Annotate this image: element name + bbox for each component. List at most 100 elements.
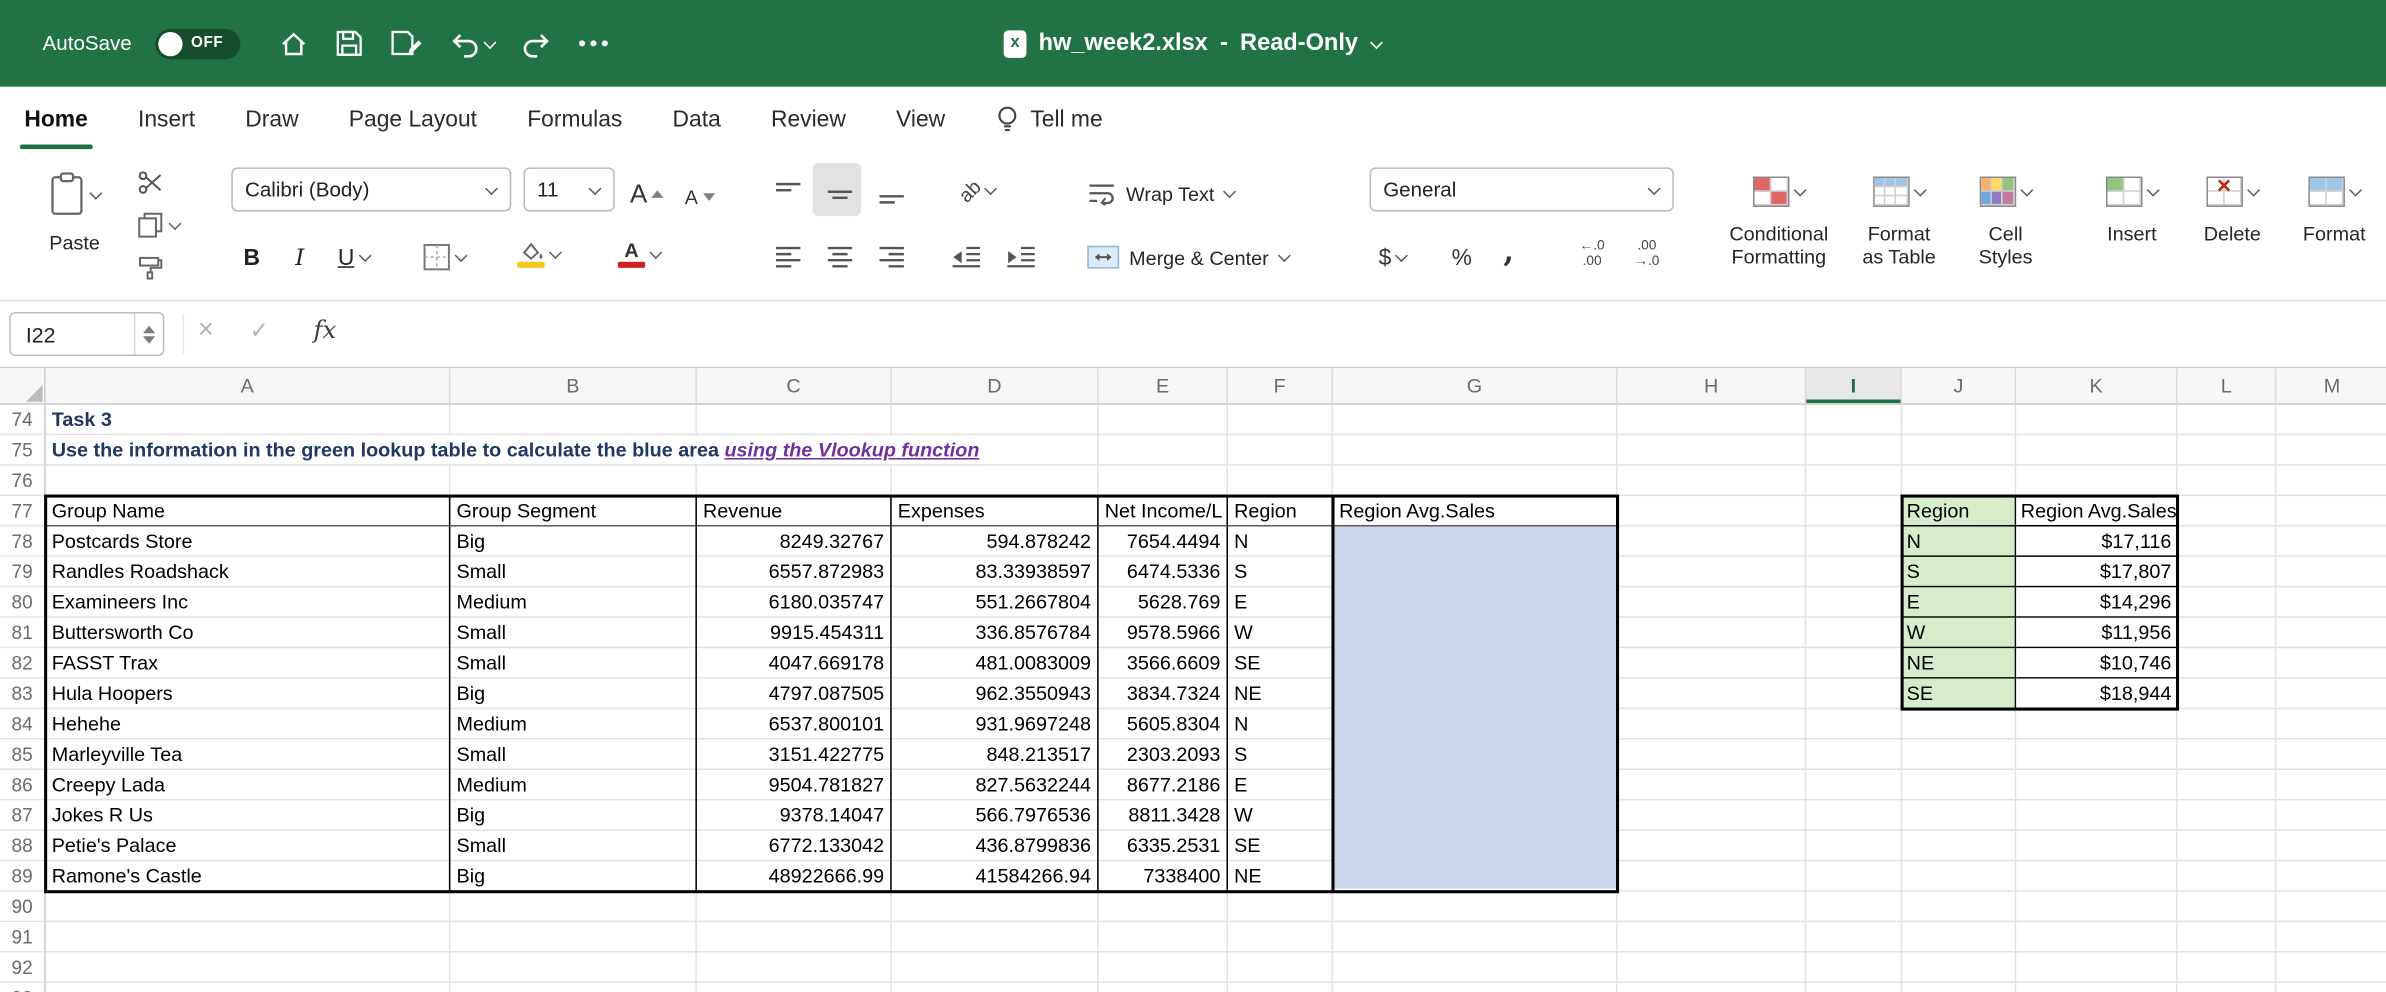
borders-button[interactable] xyxy=(423,234,467,280)
cell-A82[interactable]: FASST Trax xyxy=(46,648,451,678)
lookup-region-SE[interactable]: SE xyxy=(1902,679,2016,709)
cell-F79[interactable]: S xyxy=(1228,557,1333,587)
row-header-89[interactable]: 89 xyxy=(0,861,46,891)
lookup-value-N[interactable]: $17,116 xyxy=(2016,527,2177,557)
format-as-table-button[interactable]: Formatas Table xyxy=(1844,152,1954,300)
cell-D85[interactable]: 848.213517 xyxy=(892,740,1099,770)
cell-E83[interactable]: 3834.7324 xyxy=(1099,679,1228,709)
row-header-84[interactable]: 84 xyxy=(0,709,46,739)
lookup-region-NE[interactable]: NE xyxy=(1902,648,2016,678)
name-box[interactable]: I22 xyxy=(9,312,164,356)
font-name-select[interactable]: Calibri (Body) xyxy=(231,167,511,211)
lookup-header-region[interactable]: Region xyxy=(1902,496,2016,526)
chevron-down-icon[interactable] xyxy=(1396,251,1408,263)
row-header-86[interactable]: 86 xyxy=(0,770,46,800)
lookup-value-SE[interactable]: $18,944 xyxy=(2016,679,2177,709)
cell-F78[interactable]: N xyxy=(1228,527,1333,557)
align-left-button[interactable] xyxy=(773,234,803,280)
decrease-font-size-button[interactable]: A xyxy=(685,173,715,219)
lookup-region-N[interactable]: N xyxy=(1902,527,2016,557)
paste-chevron-icon[interactable] xyxy=(89,189,101,201)
lookup-region-E[interactable]: E xyxy=(1902,587,2016,617)
cell-E80[interactable]: 5628.769 xyxy=(1099,587,1228,617)
increase-font-size-button[interactable]: A xyxy=(630,170,664,216)
cell-A80[interactable]: Examineers Inc xyxy=(46,587,451,617)
cell-A88[interactable]: Petie's Palace xyxy=(46,831,451,861)
cell-A81[interactable]: Buttersworth Co xyxy=(46,618,451,648)
cell-B82[interactable]: Small xyxy=(450,648,697,678)
cell-B79[interactable]: Small xyxy=(450,557,697,587)
cell-E87[interactable]: 8811.3428 xyxy=(1099,800,1228,830)
decrease-indent-button[interactable] xyxy=(950,234,983,280)
row-header-93[interactable]: 93 xyxy=(0,983,46,992)
chevron-down-icon[interactable] xyxy=(1224,187,1236,199)
spreadsheet-grid[interactable]: ABCDEFGHIJKLM747576777879808182838485868… xyxy=(0,368,2386,992)
percent-format-button[interactable]: % xyxy=(1452,234,1472,280)
row-header-78[interactable]: 78 xyxy=(0,527,46,557)
cell-C87[interactable]: 9378.14047 xyxy=(697,800,892,830)
cell-F82[interactable]: SE xyxy=(1228,648,1333,678)
row-header-76[interactable]: 76 xyxy=(0,466,46,496)
font-color-button[interactable]: A xyxy=(618,231,662,277)
column-header-E[interactable]: E xyxy=(1099,368,1228,405)
enter-button[interactable]: ✓ xyxy=(250,317,269,344)
task-label[interactable]: Task 3 xyxy=(52,405,112,434)
insert-cells-button[interactable]: Insert xyxy=(2088,152,2176,300)
table-header-group-name[interactable]: Group Name xyxy=(46,496,451,526)
lookup-value-W[interactable]: $11,956 xyxy=(2016,618,2177,648)
cell-A86[interactable]: Creepy Lada xyxy=(46,770,451,800)
cell-B83[interactable]: Big xyxy=(450,679,697,709)
cell-D83[interactable]: 962.3550943 xyxy=(892,679,1099,709)
bold-button[interactable]: B xyxy=(243,234,260,280)
column-header-F[interactable]: F xyxy=(1228,368,1333,405)
row-header-87[interactable]: 87 xyxy=(0,800,46,830)
tab-home[interactable]: Home xyxy=(24,87,87,152)
row-header-74[interactable]: 74 xyxy=(0,405,46,435)
cell-C88[interactable]: 6772.133042 xyxy=(697,831,892,861)
cell-B89[interactable]: Big xyxy=(450,861,697,891)
lookup-value-E[interactable]: $14,296 xyxy=(2016,587,2177,617)
more-commands-button[interactable] xyxy=(578,40,608,48)
cell-A78[interactable]: Postcards Store xyxy=(46,527,451,557)
lookup-region-S[interactable]: S xyxy=(1902,557,2016,587)
cell-D81[interactable]: 336.8576784 xyxy=(892,618,1099,648)
table-header-group-segment[interactable]: Group Segment xyxy=(450,496,697,526)
column-header-I[interactable]: I xyxy=(1806,368,1902,405)
home-button[interactable] xyxy=(278,28,308,58)
cell-F83[interactable]: NE xyxy=(1228,679,1333,709)
cell-C78[interactable]: 8249.32767 xyxy=(697,527,892,557)
save-as-button[interactable] xyxy=(389,29,422,58)
column-header-D[interactable]: D xyxy=(892,368,1099,405)
column-header-M[interactable]: M xyxy=(2276,368,2386,405)
font-size-select[interactable]: 11 xyxy=(523,167,614,211)
table-header-expenses[interactable]: Expenses xyxy=(892,496,1099,526)
cell-C79[interactable]: 6557.872983 xyxy=(697,557,892,587)
chevron-down-icon[interactable] xyxy=(549,248,561,260)
cancel-button[interactable]: × xyxy=(198,313,214,345)
conditional-formatting-button[interactable]: ConditionalFormatting xyxy=(1716,152,1841,300)
undo-chevron-icon[interactable] xyxy=(483,37,495,49)
cell-B87[interactable]: Big xyxy=(450,800,697,830)
tab-formulas[interactable]: Formulas xyxy=(527,87,622,152)
lookup-region-W[interactable]: W xyxy=(1902,618,2016,648)
cell-F84[interactable]: N xyxy=(1228,709,1333,739)
align-middle-button[interactable] xyxy=(825,170,855,216)
cell-C81[interactable]: 9915.454311 xyxy=(697,618,892,648)
align-center-button[interactable] xyxy=(825,234,855,280)
cell-C89[interactable]: 48922666.99 xyxy=(697,861,892,891)
vlookup-target-area[interactable] xyxy=(1335,527,1617,889)
cell-D78[interactable]: 594.878242 xyxy=(892,527,1099,557)
tab-review[interactable]: Review xyxy=(771,87,846,152)
cell-D86[interactable]: 827.5632244 xyxy=(892,770,1099,800)
tab-page-layout[interactable]: Page Layout xyxy=(349,87,477,152)
comma-format-button[interactable]: , xyxy=(1503,228,1514,274)
table-header-region[interactable]: Region xyxy=(1228,496,1333,526)
cell-A87[interactable]: Jokes R Us xyxy=(46,800,451,830)
cell-F81[interactable]: W xyxy=(1228,618,1333,648)
chevron-down-icon[interactable] xyxy=(455,251,467,263)
cell-D89[interactable]: 41584266.94 xyxy=(892,861,1099,891)
cell-B86[interactable]: Medium xyxy=(450,770,697,800)
save-button[interactable] xyxy=(334,29,363,58)
table-header-net-income-l[interactable]: Net Income/L xyxy=(1099,496,1228,526)
cell-B80[interactable]: Medium xyxy=(450,587,697,617)
